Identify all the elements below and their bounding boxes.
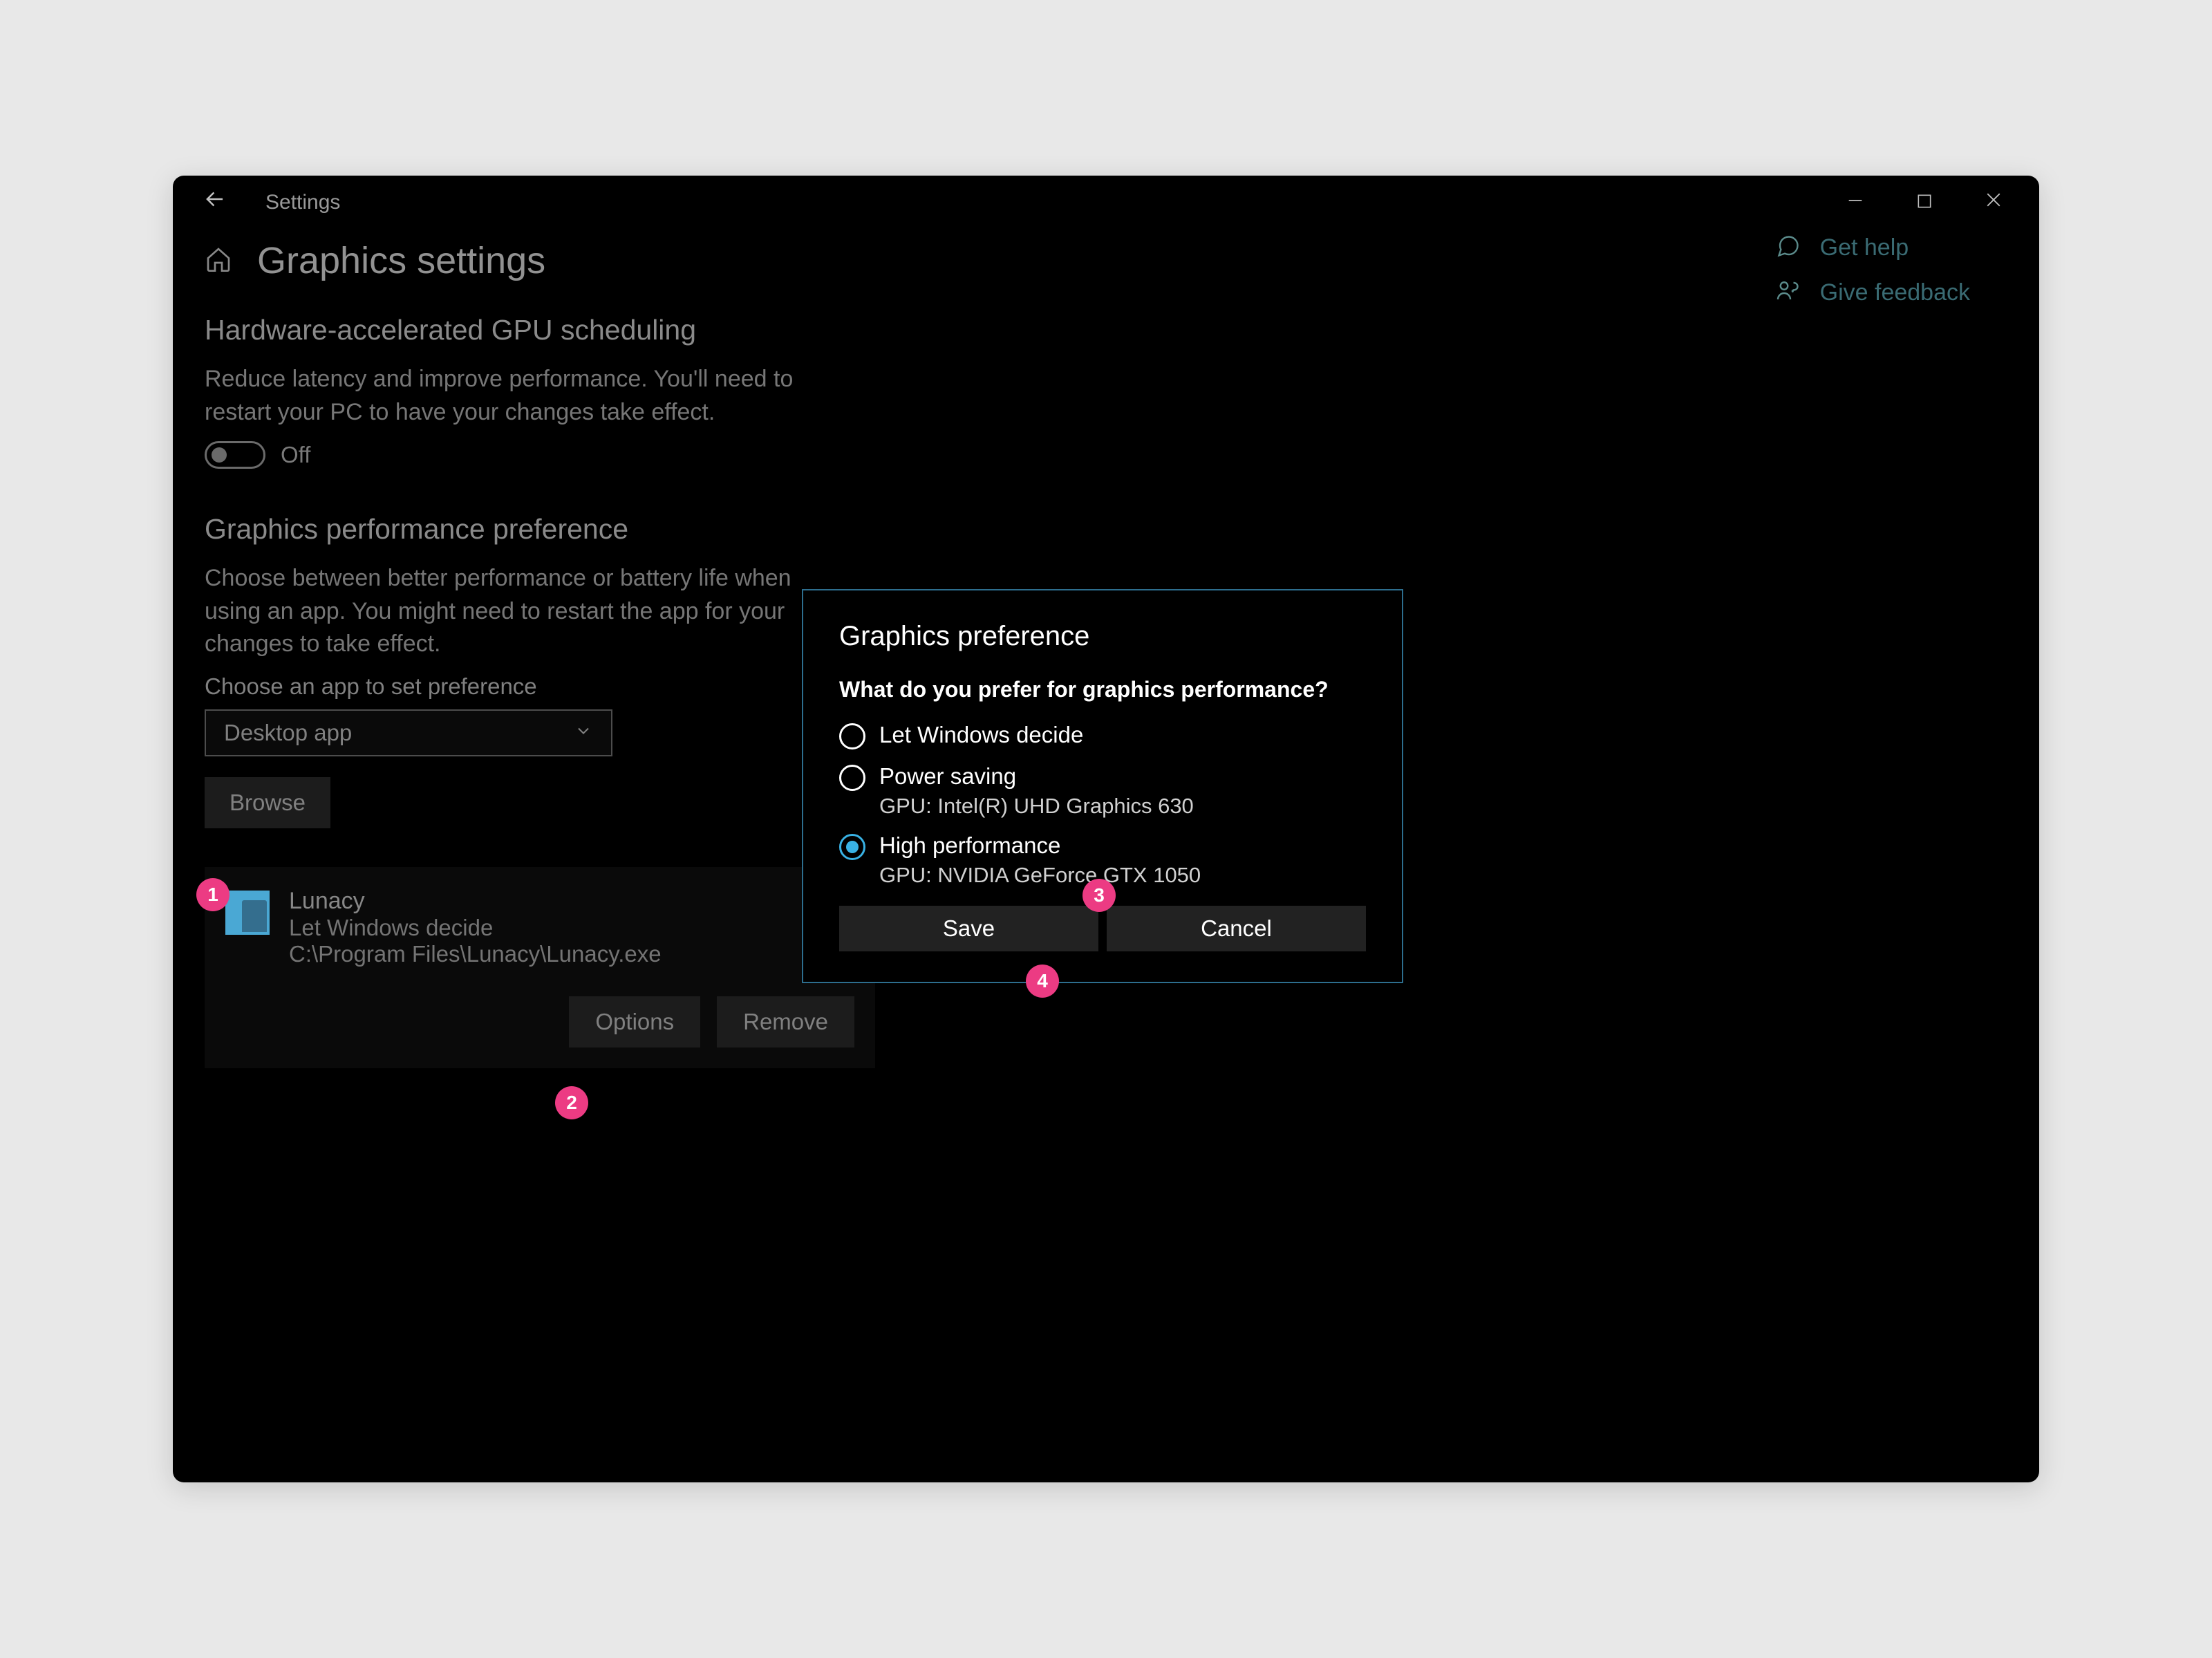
app-actions: Options Remove xyxy=(225,996,854,1047)
annotation-badge-2: 2 xyxy=(555,1086,588,1119)
app-card[interactable]: Lunacy Let Windows decide C:\Program Fil… xyxy=(205,867,875,1068)
app-path: C:\Program Files\Lunacy\Lunacy.exe xyxy=(289,941,854,967)
maximize-icon[interactable] xyxy=(1911,189,1938,216)
app-type-dropdown[interactable]: Desktop app xyxy=(205,709,612,756)
get-help-link[interactable]: Get help xyxy=(1776,234,1970,262)
dropdown-value: Desktop app xyxy=(224,720,352,746)
options-button[interactable]: Options xyxy=(569,996,700,1047)
app-preference: Let Windows decide xyxy=(289,915,854,941)
minimize-icon[interactable] xyxy=(1841,189,1869,216)
window-controls xyxy=(1841,189,2025,216)
app-row: Lunacy Let Windows decide C:\Program Fil… xyxy=(225,888,854,967)
titlebar: Settings xyxy=(173,176,2039,230)
radio-label: High performance xyxy=(879,832,1366,859)
save-button[interactable]: Save xyxy=(839,906,1098,951)
browse-button[interactable]: Browse xyxy=(205,777,330,828)
radio-sub: GPU: NVIDIA GeForce GTX 1050 xyxy=(879,863,1366,888)
chevron-down-icon xyxy=(574,721,593,744)
gpu-scheduling-toggle[interactable] xyxy=(205,441,265,469)
annotation-badge-3: 3 xyxy=(1082,879,1116,912)
help-icon xyxy=(1776,234,1801,262)
feedback-icon xyxy=(1776,279,1801,307)
annotation-badge-4: 4 xyxy=(1026,965,1059,998)
give-feedback-text: Give feedback xyxy=(1820,279,1970,306)
radio-circle xyxy=(839,723,865,749)
gpu-scheduling-toggle-row: Off xyxy=(205,441,2007,469)
dialog-question: What do you prefer for graphics performa… xyxy=(839,677,1366,702)
cancel-button[interactable]: Cancel xyxy=(1107,906,1366,951)
radio-let-windows-decide[interactable]: Let Windows decide xyxy=(839,722,1366,749)
radio-label: Let Windows decide xyxy=(879,722,1366,748)
radio-label: Power saving xyxy=(879,763,1366,790)
toggle-knob xyxy=(212,447,227,463)
window-title: Settings xyxy=(265,191,340,214)
page-header: Graphics settings xyxy=(205,239,2007,282)
perf-pref-heading: Graphics performance preference xyxy=(205,513,2007,546)
perf-pref-description: Choose between better performance or bat… xyxy=(205,562,827,661)
radio-circle-selected xyxy=(839,834,865,860)
gpu-scheduling-toggle-label: Off xyxy=(281,442,310,468)
back-arrow-icon[interactable] xyxy=(202,186,228,219)
get-help-text: Get help xyxy=(1820,234,1909,261)
home-icon[interactable] xyxy=(205,245,232,277)
right-links: Get help Give feedback xyxy=(1776,234,1970,307)
app-info: Lunacy Let Windows decide C:\Program Fil… xyxy=(289,888,854,967)
radio-circle xyxy=(839,765,865,791)
gpu-scheduling-heading: Hardware-accelerated GPU scheduling xyxy=(205,314,2007,346)
close-icon[interactable] xyxy=(1980,189,2007,216)
dialog-buttons: Save Cancel xyxy=(839,906,1366,951)
app-name: Lunacy xyxy=(289,888,854,915)
give-feedback-link[interactable]: Give feedback xyxy=(1776,279,1970,307)
app-icon xyxy=(225,891,270,935)
annotation-badge-1: 1 xyxy=(196,878,229,911)
remove-button[interactable]: Remove xyxy=(717,996,854,1047)
page-title: Graphics settings xyxy=(257,239,545,282)
radio-power-saving[interactable]: Power saving GPU: Intel(R) UHD Graphics … xyxy=(839,763,1366,819)
settings-window: Settings Graphics settings Hardware-acce… xyxy=(173,176,2039,1482)
graphics-preference-dialog: Graphics preference What do you prefer f… xyxy=(802,589,1403,983)
dialog-title: Graphics preference xyxy=(839,621,1366,652)
radio-sub: GPU: Intel(R) UHD Graphics 630 xyxy=(879,794,1366,819)
gpu-scheduling-description: Reduce latency and improve performance. … xyxy=(205,363,827,429)
